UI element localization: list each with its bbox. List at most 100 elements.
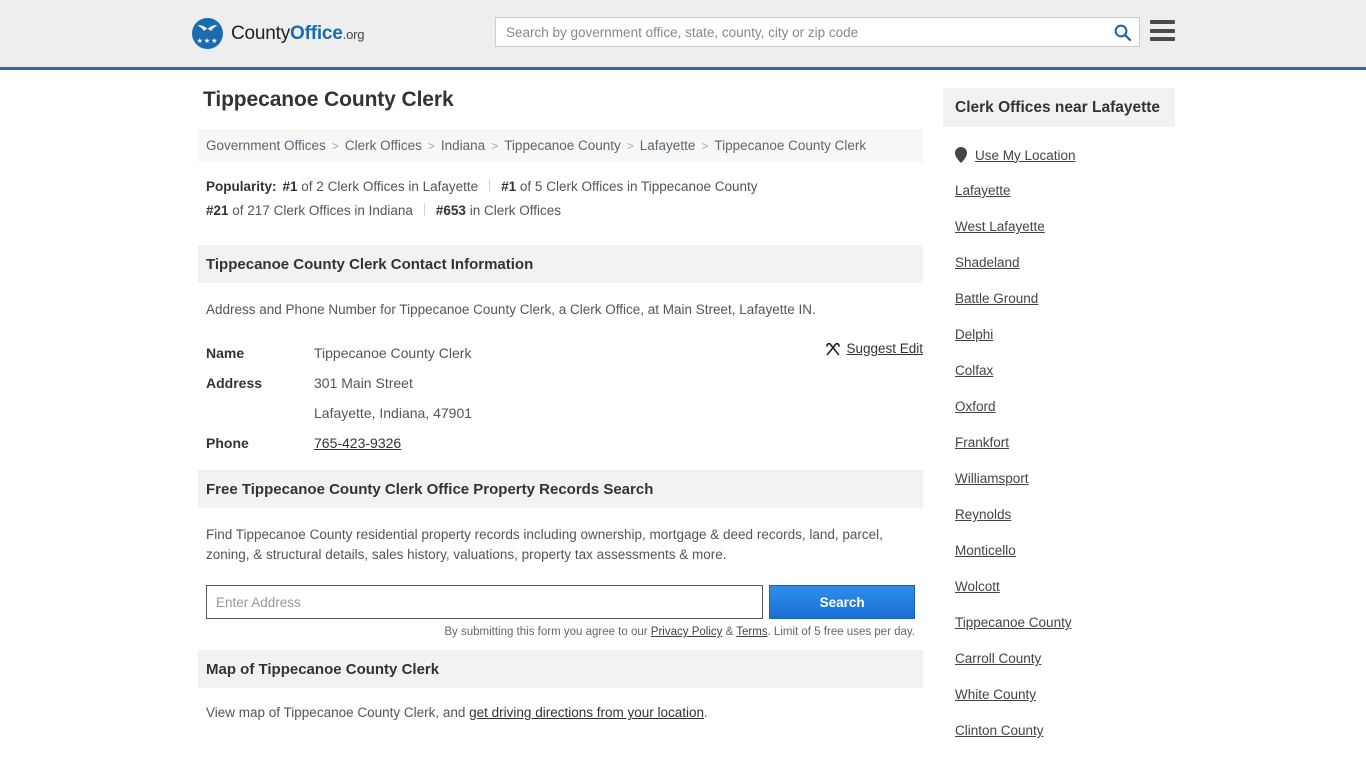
site-header: ★★★ CountyOffice.org xyxy=(0,0,1366,70)
contact-detail-label: Address xyxy=(206,375,263,391)
contact-detail-value: Lafayette, Indiana, 47901 xyxy=(314,405,473,421)
use-my-location-label: Use My Location xyxy=(975,147,1076,163)
disclaimer-suffix: . Limit of 5 free uses per day. xyxy=(767,626,915,638)
breadcrumb-link[interactable]: Indiana xyxy=(441,138,485,153)
map-section-header: Map of Tippecanoe County Clerk xyxy=(198,650,923,688)
popularity-rank: #653 xyxy=(435,203,466,218)
sidebar-link[interactable]: Battle Ground xyxy=(955,281,1163,317)
sidebar-link[interactable]: Frankfort xyxy=(955,425,1163,461)
contact-detail-label: Name xyxy=(206,345,245,361)
popularity-divider xyxy=(489,179,491,192)
contact-detail-row: Address 301 Main Street xyxy=(206,368,915,398)
header-search-bar[interactable] xyxy=(495,17,1140,47)
popularity-block: Popularity: #1 of 2 Clerk Offices in Lafa… xyxy=(198,162,923,233)
breadcrumb-separator: > xyxy=(626,138,634,153)
sidebar-link[interactable]: Tippecanoe County xyxy=(955,605,1163,641)
sidebar-link[interactable]: Delphi xyxy=(955,317,1163,353)
contact-detail-label: Phone xyxy=(206,435,249,451)
property-search-form: Search xyxy=(198,585,923,619)
breadcrumb-separator: > xyxy=(701,138,709,153)
breadcrumb-separator: > xyxy=(331,138,339,153)
eagle-logo-icon: ★★★ xyxy=(192,18,223,49)
address-input[interactable] xyxy=(206,585,764,619)
page-title: Tippecanoe County Clerk xyxy=(203,88,454,111)
popularity-text: of 2 Clerk Offices in Lafayette xyxy=(297,179,479,194)
sidebar-link[interactable]: Carroll County xyxy=(955,641,1163,677)
popularity-item: #1 of 2 Clerk Offices in Lafayette xyxy=(283,179,479,194)
use-my-location-button[interactable]: Use My Location xyxy=(943,137,1175,173)
sidebar-link[interactable]: Reynolds xyxy=(955,497,1163,533)
sidebar-link[interactable]: Oxford xyxy=(955,389,1163,425)
breadcrumb-link[interactable]: Tippecanoe County xyxy=(504,138,621,153)
sidebar-link[interactable]: Shadeland xyxy=(955,245,1163,281)
contact-description: Address and Phone Number for Tippecanoe … xyxy=(206,302,816,317)
breadcrumb-link[interactable]: Government Offices xyxy=(206,138,326,153)
main-content: Tippecanoe County Clerk Government Offic… xyxy=(198,88,923,749)
hamburger-bar xyxy=(1150,37,1175,41)
sidebar-link[interactable]: Colfax xyxy=(955,353,1163,389)
sidebar: Clerk Offices near Lafayette Use My Loca… xyxy=(943,88,1175,749)
contact-detail-row: Phone 765-423-9326 xyxy=(206,428,915,458)
page-body: Tippecanoe County Clerk Government Offic… xyxy=(0,70,1366,749)
contact-detail-label xyxy=(206,398,314,428)
popularity-divider xyxy=(423,203,425,216)
sidebar-link[interactable]: Monticello xyxy=(955,533,1163,569)
terms-link[interactable]: Terms xyxy=(736,626,767,638)
driving-directions-link[interactable]: get driving directions from your locatio… xyxy=(469,705,704,720)
stars-glyph: ★★★ xyxy=(196,38,219,45)
popularity-text: of 5 Clerk Offices in Tippecanoe County xyxy=(516,179,758,194)
map-description-prefix: View map of Tippecanoe County Clerk, and xyxy=(206,705,470,720)
map-description: View map of Tippecanoe County Clerk, and… xyxy=(198,688,923,720)
search-glyph xyxy=(1114,24,1131,41)
sidebar-link[interactable]: West Lafayette xyxy=(955,209,1163,245)
popularity-text: of 217 Clerk Offices in Indiana xyxy=(228,203,413,218)
hamburger-menu-icon[interactable] xyxy=(1150,20,1175,41)
hamburger-bar xyxy=(1150,20,1175,24)
map-pin-icon xyxy=(955,147,967,163)
sidebar-link[interactable]: Lafayette xyxy=(955,173,1163,209)
site-logo[interactable]: ★★★ CountyOffice.org xyxy=(192,18,364,49)
breadcrumb: Government Offices > Clerk Offices > Indiana… xyxy=(198,129,923,162)
phone-link[interactable]: 765-423-9326 xyxy=(314,435,401,451)
eagle-glyph xyxy=(197,25,218,31)
breadcrumb-link[interactable]: Lafayette xyxy=(640,138,696,153)
popularity-text: in Clerk Offices xyxy=(465,203,561,218)
sidebar-heading: Clerk Offices near Lafayette xyxy=(943,88,1175,127)
logo-wordmark: CountyOffice.org xyxy=(231,23,364,45)
breadcrumb-separator: > xyxy=(427,138,435,153)
contact-detail-row: Name Tippecanoe County Clerk xyxy=(206,338,915,368)
contact-details: Name Tippecanoe County Clerk Address 301 Ma… xyxy=(198,338,923,458)
popularity-label: Popularity: xyxy=(206,179,277,194)
disclaimer-amp: & xyxy=(722,626,737,638)
breadcrumb-current: Tippecanoe County Clerk xyxy=(714,138,867,153)
hamburger-bar xyxy=(1150,28,1175,33)
popularity-rank: #21 xyxy=(206,203,229,218)
edit-pencil-icon xyxy=(826,342,841,355)
search-icon[interactable] xyxy=(1105,18,1139,46)
sidebar-link[interactable]: Wolcott xyxy=(955,569,1163,605)
popularity-item: #1 of 5 Clerk Offices in Tippecanoe Coun… xyxy=(501,179,757,194)
logo-part-two: Office xyxy=(290,22,343,44)
disclaimer-prefix: By submitting this form you agree to our xyxy=(444,626,651,638)
contact-detail-value: 765-423-9326 xyxy=(314,428,401,458)
contact-detail-value: 301 Main Street xyxy=(314,375,413,391)
contact-detail-row: Lafayette, Indiana, 47901 xyxy=(206,398,915,428)
popularity-rank: #1 xyxy=(501,179,517,194)
sidebar-link[interactable]: Williamsport xyxy=(955,461,1163,497)
suggest-edit-label: Suggest Edit xyxy=(846,341,923,356)
sidebar-link[interactable]: White County xyxy=(955,677,1163,713)
breadcrumb-link[interactable]: Clerk Offices xyxy=(345,138,422,153)
contact-section-header: Tippecanoe County Clerk Contact Informat… xyxy=(198,245,923,283)
form-disclaimer: By submitting this form you agree to our… xyxy=(198,619,923,638)
popularity-item: #21 of 217 Clerk Offices in Indiana xyxy=(206,203,413,218)
privacy-policy-link[interactable]: Privacy Policy xyxy=(651,626,723,638)
suggest-edit-button[interactable]: Suggest Edit xyxy=(826,341,923,356)
sidebar-link[interactable]: Clinton County xyxy=(955,713,1163,749)
contact-detail-value: Tippecanoe County Clerk xyxy=(314,345,472,361)
search-input[interactable] xyxy=(496,18,1105,46)
logo-part-one: County xyxy=(231,22,291,44)
property-search-button[interactable]: Search xyxy=(769,585,915,619)
map-description-suffix: . xyxy=(704,705,708,720)
popularity-rank: #1 xyxy=(282,179,298,194)
logo-tld: .org xyxy=(342,26,365,42)
